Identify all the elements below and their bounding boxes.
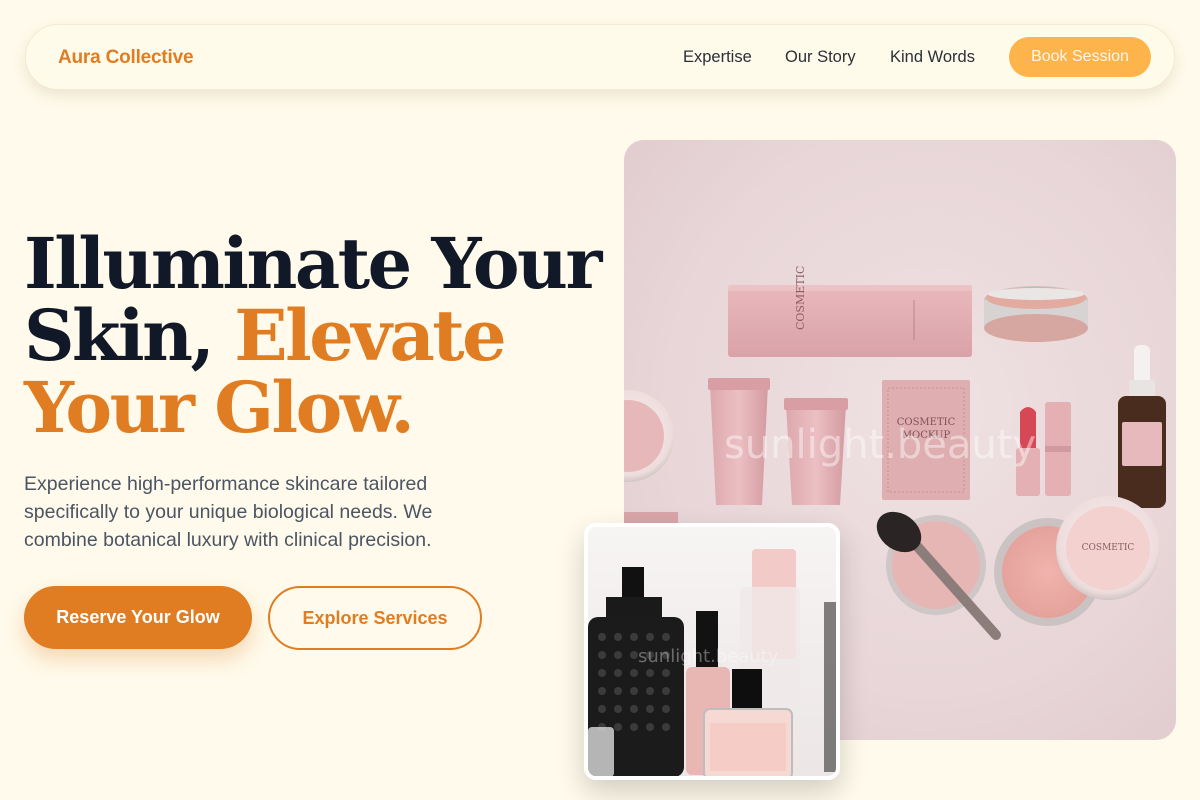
inset-watermark: sunlight.beauty xyxy=(638,646,779,667)
hero-title-line-1: Illuminate Your xyxy=(24,222,602,305)
svg-text:COSMETIC: COSMETIC xyxy=(1082,543,1135,553)
svg-text:COSMETIC: COSMETIC xyxy=(794,266,807,330)
hero-title-accent-2: Your Glow. xyxy=(24,366,415,449)
top-navigation: Aura Collective Expertise Our Story Kind… xyxy=(25,24,1175,90)
inset-product-photo: sunlight.beauty xyxy=(584,523,840,780)
nav-link-expertise[interactable]: Expertise xyxy=(683,48,752,67)
reserve-glow-button[interactable]: Reserve Your Glow xyxy=(24,586,252,649)
brand-logo[interactable]: Aura Collective xyxy=(58,47,194,69)
hero-subtitle: Experience high-performance skincare tai… xyxy=(24,473,433,551)
hero-title-line-2: Skin, xyxy=(24,294,235,377)
photo-watermark: sunlight.beauty xyxy=(724,422,1036,468)
book-session-button[interactable]: Book Session xyxy=(1009,37,1151,77)
landing-page: Aura Collective Expertise Our Story Kind… xyxy=(0,0,1200,800)
perfume-bottles-illustration: sunlight.beauty xyxy=(588,549,836,776)
nav-link-kind-words[interactable]: Kind Words xyxy=(890,48,975,67)
nav-link-our-story[interactable]: Our Story xyxy=(785,48,856,67)
hero-title-accent-1: Elevate xyxy=(234,294,506,377)
hero-title: Illuminate Your Skin, Elevate Your Glow. xyxy=(24,228,604,444)
explore-services-button[interactable]: Explore Services xyxy=(268,586,482,650)
